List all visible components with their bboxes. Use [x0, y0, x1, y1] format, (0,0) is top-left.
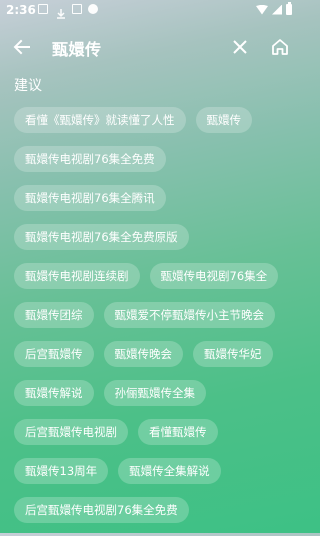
suggestion-chip[interactable]: 甄嬛传电视剧76集全: [149, 263, 279, 289]
clear-button[interactable]: [228, 35, 252, 59]
back-button[interactable]: [10, 35, 34, 59]
suggestion-chip[interactable]: 甄嬛传电视剧76集全腾讯: [14, 185, 166, 211]
image-notification-icon: [38, 4, 48, 14]
status-bar: 2:36: [0, 0, 300, 24]
suggestion-chip[interactable]: 孙俪甄嬛传全集: [103, 380, 206, 406]
suggestions-title: 建议: [14, 78, 42, 94]
signal-icon: [272, 4, 282, 15]
arrow-left-icon: [13, 39, 30, 55]
suggestion-chip[interactable]: 甄嬛传团综: [14, 302, 94, 328]
dot-notification-icon: [88, 4, 98, 14]
suggestion-chip[interactable]: 甄嬛传电视剧连续剧: [14, 263, 140, 289]
close-icon: [233, 40, 247, 54]
suggestion-chip[interactable]: 甄嬛爱不停甄嬛传小主节晚会: [103, 302, 275, 328]
suggestion-chip[interactable]: 甄嬛传电视剧76集全免费原版: [14, 224, 189, 250]
suggestion-chip[interactable]: 甄嬛传晚会: [103, 341, 183, 367]
app-notification-icon: [72, 4, 82, 14]
suggestion-row: 甄嬛传电视剧76集全腾讯: [14, 185, 294, 211]
suggestion-chip[interactable]: 后宫甄嬛传电视剧: [14, 419, 128, 445]
search-toolbar: 甄嬛传: [0, 24, 300, 70]
suggestion-chip[interactable]: 看懂甄嬛传: [138, 419, 218, 445]
suggestion-chip[interactable]: 甄嬛传华妃: [193, 341, 273, 367]
suggestion-chip[interactable]: 看懂《甄嬛传》就读懂了人性: [14, 107, 186, 133]
search-query-text[interactable]: 甄嬛传: [52, 36, 102, 60]
suggestion-row: 甄嬛传电视剧76集全免费原版: [14, 224, 294, 250]
suggestion-chip[interactable]: 甄嬛传全集解说: [118, 458, 221, 484]
battery-icon: [286, 2, 292, 15]
home-button[interactable]: [268, 35, 292, 59]
suggestion-chip[interactable]: 后宫甄嬛传电视剧76集全免费: [14, 497, 189, 523]
home-icon: [272, 39, 288, 55]
system-icons: [256, 2, 292, 15]
suggestion-row: 后宫甄嬛传 甄嬛传晚会 甄嬛传华妃: [14, 341, 294, 367]
status-time: 2:36: [6, 3, 36, 17]
suggestion-row: 后宫甄嬛传电视剧 看懂甄嬛传: [14, 419, 294, 445]
suggestion-chip[interactable]: 甄嬛传电视剧76集全免费: [14, 146, 166, 172]
download-notification-icon: [54, 4, 66, 19]
suggestion-chip[interactable]: 甄嬛传: [195, 107, 252, 133]
notification-icons: [38, 4, 98, 19]
suggestion-row: 看懂《甄嬛传》就读懂了人性 甄嬛传: [14, 107, 294, 133]
suggestion-chip[interactable]: 甄嬛传解说: [14, 380, 94, 406]
suggestion-row: 甄嬛传电视剧76集全免费: [14, 146, 294, 172]
suggestion-row: 甄嬛传解说 孙俪甄嬛传全集: [14, 380, 294, 406]
suggestion-chip[interactable]: 后宫甄嬛传: [14, 341, 94, 367]
suggestion-row: 甄嬛传团综 甄嬛爱不停甄嬛传小主节晚会: [14, 302, 294, 328]
wifi-icon: [256, 4, 268, 15]
suggestion-row: 甄嬛传电视剧连续剧 甄嬛传电视剧76集全: [14, 263, 294, 289]
suggestion-chip[interactable]: 甄嬛传13周年: [14, 458, 109, 484]
suggestion-row: 后宫甄嬛传电视剧76集全免费: [14, 497, 294, 523]
suggestion-row: 甄嬛传13周年 甄嬛传全集解说: [14, 458, 294, 484]
suggestion-list: 看懂《甄嬛传》就读懂了人性 甄嬛传 甄嬛传电视剧76集全免费 甄嬛传电视剧76集…: [14, 107, 294, 536]
